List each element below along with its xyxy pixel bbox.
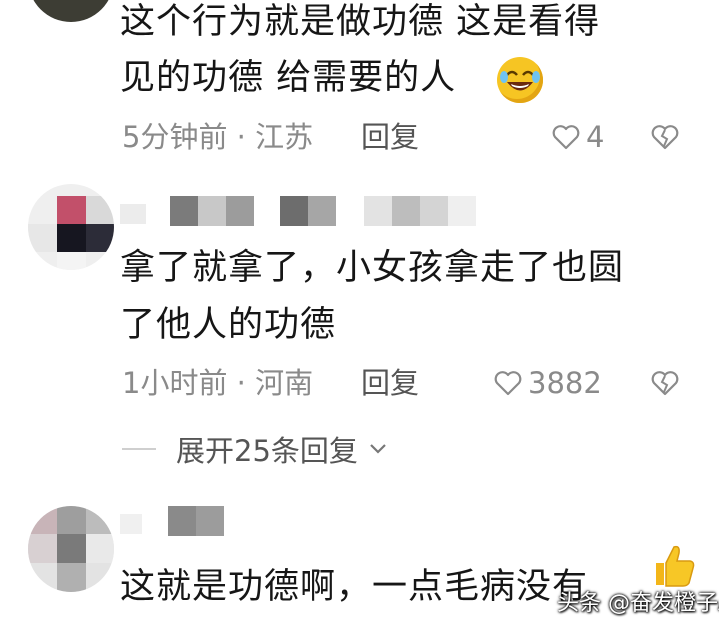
expand-replies-button[interactable]: 展开25条回复: [122, 428, 388, 470]
comment-text: 这个行为就是做功德 这是看得: [120, 2, 601, 42]
avatar[interactable]: [28, 184, 114, 270]
timestamp: 5分钟前: [122, 120, 228, 154]
broken-heart-icon: [651, 125, 679, 150]
timestamp: 1小时前: [122, 366, 228, 400]
separator-dot: ·: [236, 366, 246, 400]
avatar[interactable]: [28, 0, 114, 22]
comment-text: 见的功德 给需要的人: [120, 58, 457, 98]
comment-text: 这就是功德啊，一点毛病没有: [120, 567, 589, 607]
separator-dot: ·: [236, 120, 246, 154]
dislike-button[interactable]: [651, 124, 679, 150]
heart-outline-icon: [494, 371, 522, 396]
broken-heart-icon: [651, 371, 679, 396]
dislike-button[interactable]: [651, 370, 679, 396]
reply-button[interactable]: 回复: [361, 117, 419, 157]
username-censored[interactable]: [120, 196, 480, 226]
username-censored[interactable]: [120, 506, 260, 536]
comment-text: 拿了就拿了，小女孩拿走了也圆: [120, 248, 625, 288]
heart-outline-icon: [552, 125, 580, 150]
reply-button[interactable]: 回复: [361, 363, 419, 403]
location: 江苏: [255, 120, 314, 154]
comment-text: 了他人的功德: [120, 305, 337, 345]
laughing-emoji-icon: [497, 57, 543, 103]
like-button[interactable]: 3882: [494, 363, 602, 403]
watermark: 头条 @奋发橙子A: [557, 591, 719, 616]
chevron-down-icon: [370, 444, 386, 454]
expand-replies-label: 展开25条回复: [176, 434, 358, 468]
location: 河南: [255, 366, 314, 400]
avatar[interactable]: [28, 506, 114, 592]
comment-meta: 1小时前 · 河南: [122, 363, 313, 403]
comment-meta: 5分钟前 · 江苏: [122, 117, 313, 157]
like-count: 4: [586, 120, 605, 154]
like-button[interactable]: 4: [552, 117, 604, 157]
like-count: 3882: [528, 366, 602, 400]
divider: [122, 448, 156, 450]
